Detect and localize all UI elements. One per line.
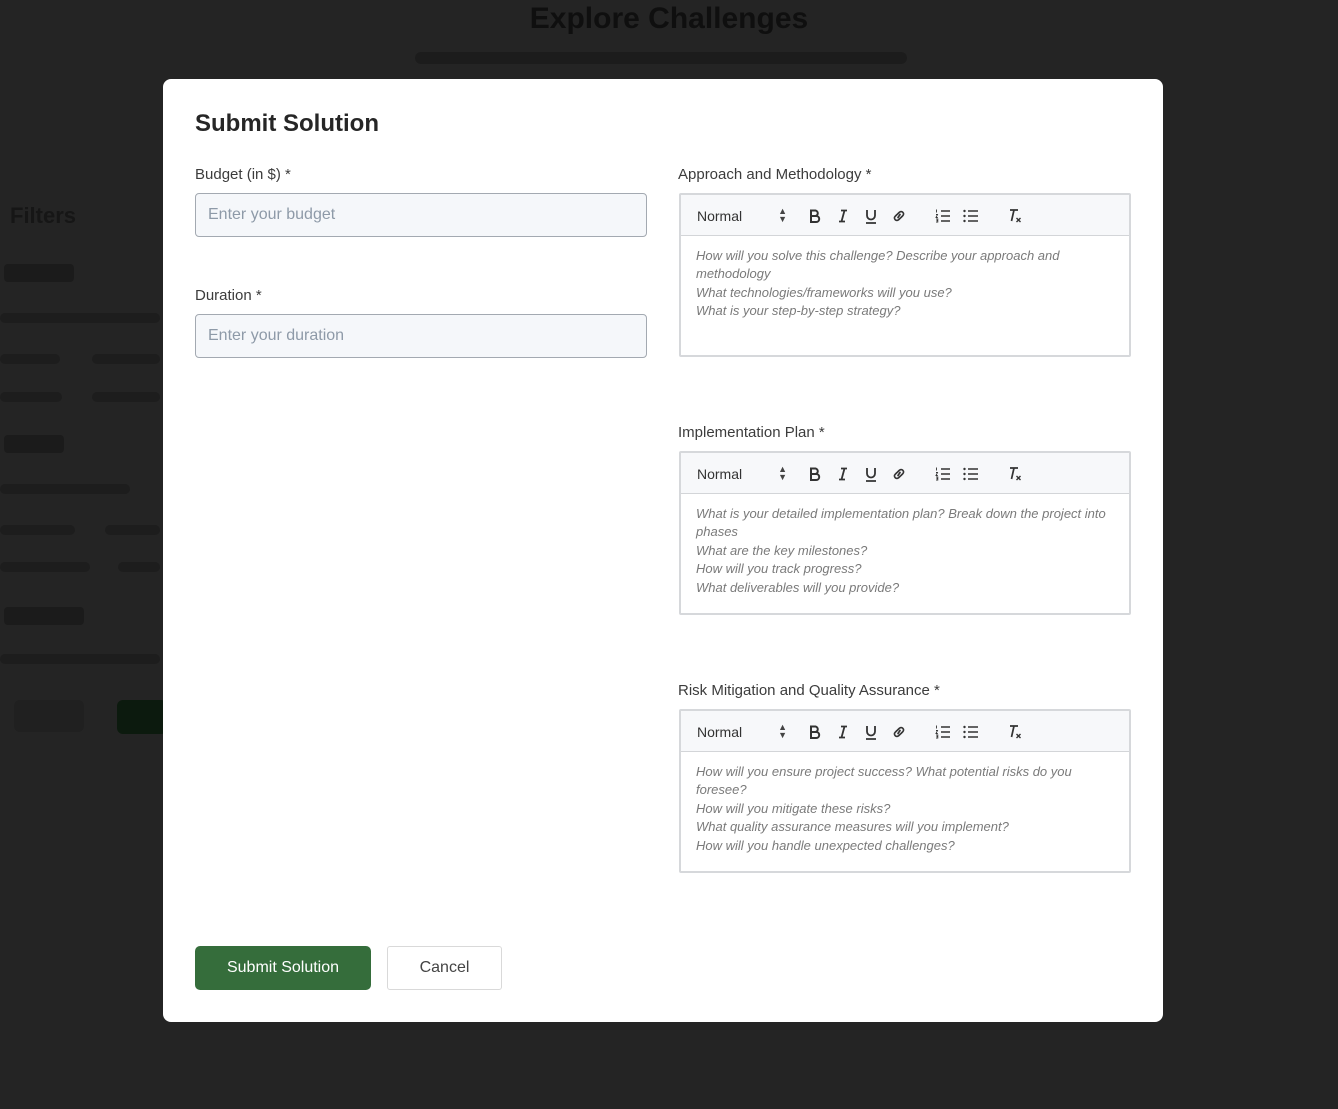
approach-editor[interactable]: Normal ▲ ▼ How will you solve this challe…	[679, 193, 1131, 357]
select-arrows-icon: ▲ ▼	[778, 206, 787, 224]
background-line	[105, 525, 160, 535]
background-page-title: Explore Challenges	[529, 2, 809, 35]
editor-placeholder-line: What technologies/frameworks will you us…	[696, 284, 952, 300]
background-line	[0, 562, 90, 572]
implementation-editor[interactable]: Normal ▲ ▼ What is your detailed implemen…	[679, 451, 1131, 615]
format-select[interactable]: Normal ▲ ▼	[693, 206, 787, 226]
risk-mitigation-editor[interactable]: Normal ▲ ▼ How will you ensure project su…	[679, 709, 1131, 873]
background-line	[0, 654, 160, 664]
approach-editor-content[interactable]: How will you solve this challenge? Descr…	[681, 236, 1129, 321]
clear-format-icon[interactable]	[1004, 463, 1026, 485]
bold-icon[interactable]	[804, 205, 826, 227]
editor-toolbar: Normal ▲ ▼	[681, 711, 1129, 752]
background-line	[0, 354, 60, 364]
risk-mitigation-editor-content[interactable]: How will you ensure project success? Wha…	[681, 752, 1129, 855]
link-icon[interactable]	[888, 205, 910, 227]
editor-placeholder-line: What quality assurance measures will you…	[696, 819, 1009, 835]
editor-toolbar: Normal ▲ ▼	[681, 195, 1129, 236]
budget-input[interactable]	[195, 193, 647, 237]
ordered-list-icon[interactable]	[932, 721, 954, 743]
budget-label: Budget (in $) *	[195, 166, 291, 183]
ordered-list-icon[interactable]	[932, 463, 954, 485]
implementation-editor-content[interactable]: What is your detailed implementation pla…	[681, 494, 1129, 597]
duration-label: Duration *	[195, 287, 262, 304]
modal-title: Submit Solution	[195, 110, 379, 137]
underline-icon[interactable]	[860, 463, 882, 485]
background-line	[118, 562, 160, 572]
background-button	[117, 700, 167, 734]
select-arrows-icon: ▲ ▼	[778, 464, 787, 482]
link-icon[interactable]	[888, 721, 910, 743]
editor-placeholder-line: How will you solve this challenge? Descr…	[696, 248, 1060, 282]
clear-format-icon[interactable]	[1004, 721, 1026, 743]
underline-icon[interactable]	[860, 205, 882, 227]
background-filter-group	[4, 435, 64, 453]
select-arrows-icon: ▲ ▼	[778, 722, 787, 740]
format-select-value: Normal	[697, 208, 743, 224]
background-line	[0, 392, 62, 402]
approach-label: Approach and Methodology *	[678, 166, 872, 183]
editor-placeholder-line: What is your step-by-step strategy?	[696, 303, 901, 319]
background-line	[0, 484, 130, 494]
editor-placeholder-line: What deliverables will you provide?	[696, 579, 900, 595]
implementation-label: Implementation Plan *	[678, 424, 825, 441]
link-icon[interactable]	[888, 463, 910, 485]
bold-icon[interactable]	[804, 721, 826, 743]
format-select-value: Normal	[697, 466, 743, 482]
italic-icon[interactable]	[832, 205, 854, 227]
editor-placeholder-line: How will you track progress?	[696, 561, 862, 577]
bullet-list-icon[interactable]	[960, 205, 982, 227]
bullet-list-icon[interactable]	[960, 463, 982, 485]
background-line	[0, 525, 75, 535]
risk-mitigation-label: Risk Mitigation and Quality Assurance *	[678, 682, 940, 699]
submit-solution-modal: Submit Solution Budget (in $) * Duration…	[163, 79, 1163, 1022]
format-select[interactable]: Normal ▲ ▼	[693, 722, 787, 742]
bullet-list-icon[interactable]	[960, 721, 982, 743]
background-button	[14, 700, 84, 732]
submit-solution-button[interactable]: Submit Solution	[195, 946, 371, 990]
editor-placeholder-line: How will you handle unexpected challenge…	[696, 837, 955, 853]
editor-placeholder-line: How will you ensure project success? Wha…	[696, 764, 1072, 798]
editor-placeholder-line: What is your detailed implementation pla…	[696, 506, 1106, 540]
format-select[interactable]: Normal ▲ ▼	[693, 464, 787, 484]
clear-format-icon[interactable]	[1004, 205, 1026, 227]
background-filter-group	[4, 607, 84, 625]
italic-icon[interactable]	[832, 463, 854, 485]
background-subtitle	[415, 52, 907, 64]
background-line	[92, 392, 160, 402]
editor-toolbar: Normal ▲ ▼	[681, 453, 1129, 494]
editor-placeholder-line: What are the key milestones?	[696, 542, 868, 558]
editor-placeholder-line: How will you mitigate these risks?	[696, 800, 891, 816]
cancel-button[interactable]: Cancel	[387, 946, 502, 990]
background-filter-group	[4, 264, 74, 282]
background-filters-heading: Filters	[10, 203, 77, 228]
background-line	[0, 313, 160, 323]
duration-input[interactable]	[195, 314, 647, 358]
italic-icon[interactable]	[832, 721, 854, 743]
format-select-value: Normal	[697, 724, 743, 740]
ordered-list-icon[interactable]	[932, 205, 954, 227]
background-line	[92, 354, 160, 364]
underline-icon[interactable]	[860, 721, 882, 743]
bold-icon[interactable]	[804, 463, 826, 485]
